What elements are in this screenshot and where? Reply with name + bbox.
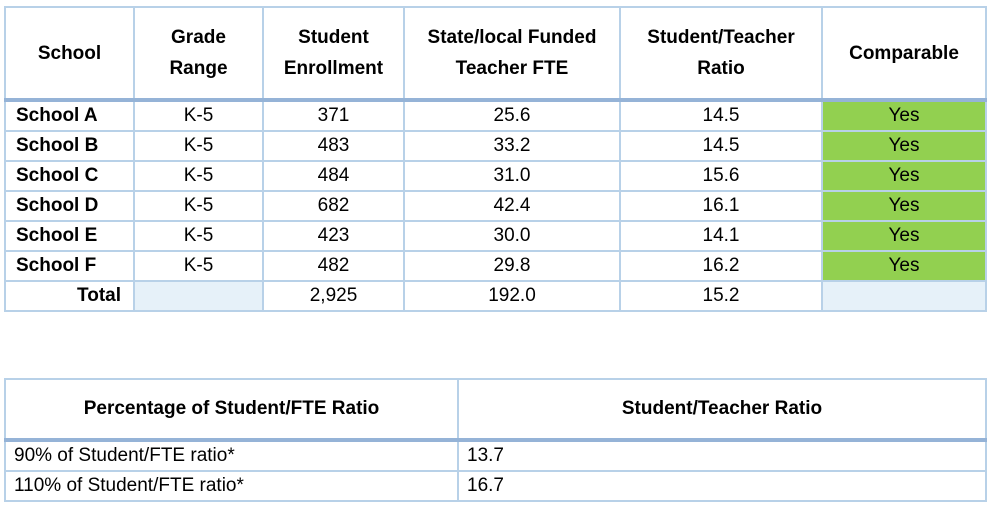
table-row: 110% of Student/FTE ratio* 16.7 (4, 470, 987, 502)
header-fte-text: State/local Funded Teacher FTE (427, 27, 597, 79)
header-grade-range: Grade Range (133, 6, 264, 102)
grade-range: K-5 (133, 130, 264, 162)
table-row: School E K-5 423 30.0 14.1 Yes (4, 220, 987, 252)
total-fte: 192.0 (403, 280, 621, 312)
enrollment: 371 (262, 99, 405, 132)
grade-range: K-5 (133, 99, 264, 132)
header-fte: State/local Funded Teacher FTE (403, 6, 621, 102)
enrollment: 682 (262, 190, 405, 222)
total-enrollment: 2,925 (262, 280, 405, 312)
enrollment: 483 (262, 130, 405, 162)
header-grade-range-text: Grade Range (169, 27, 228, 79)
header-row: School Grade Range Student Enrollment St… (4, 6, 987, 102)
school-comparability-table: School Grade Range Student Enrollment St… (4, 6, 987, 312)
ratio: 14.1 (619, 220, 823, 252)
header-student-enrollment-text: Student Enrollment (283, 27, 384, 79)
fte: 25.6 (403, 99, 621, 132)
fte: 29.8 (403, 250, 621, 282)
header-row: Percentage of Student/FTE Ratio Student/… (4, 378, 987, 442)
ratio: 14.5 (619, 99, 823, 132)
school-name: School C (4, 160, 135, 192)
fte: 31.0 (403, 160, 621, 192)
header-student-teacher-ratio: Student/Teacher Ratio (457, 378, 987, 442)
enrollment: 484 (262, 160, 405, 192)
enrollment: 423 (262, 220, 405, 252)
comparable-status: Yes (821, 160, 987, 192)
threshold-label: 110% of Student/FTE ratio* (4, 470, 459, 502)
comparable-status: Yes (821, 220, 987, 252)
total-comparable-empty (821, 280, 987, 312)
header-comparable: Comparable (821, 6, 987, 102)
header-percentage: Percentage of Student/FTE Ratio (4, 378, 459, 442)
grade-range: K-5 (133, 190, 264, 222)
table-row: School A K-5 371 25.6 14.5 Yes (4, 99, 987, 132)
ratio: 15.6 (619, 160, 823, 192)
header-school: School (4, 6, 135, 102)
comparable-status: Yes (821, 190, 987, 222)
ratio: 16.1 (619, 190, 823, 222)
total-row: Total 2,925 192.0 15.2 (4, 280, 987, 312)
total-label: Total (4, 280, 135, 312)
fte: 42.4 (403, 190, 621, 222)
comparable-status: Yes (821, 99, 987, 132)
table-row: School F K-5 482 29.8 16.2 Yes (4, 250, 987, 282)
threshold-value: 16.7 (457, 470, 987, 502)
fte: 30.0 (403, 220, 621, 252)
school-name: School F (4, 250, 135, 282)
ratio-threshold-table: Percentage of Student/FTE Ratio Student/… (4, 378, 987, 502)
header-ratio: Student/Teacher Ratio (619, 6, 823, 102)
threshold-value: 13.7 (457, 439, 987, 472)
ratio: 14.5 (619, 130, 823, 162)
total-grade-range-empty (133, 280, 264, 312)
grade-range: K-5 (133, 220, 264, 252)
school-name: School E (4, 220, 135, 252)
threshold-label: 90% of Student/FTE ratio* (4, 439, 459, 472)
comparable-status: Yes (821, 250, 987, 282)
fte: 33.2 (403, 130, 621, 162)
grade-range: K-5 (133, 250, 264, 282)
total-ratio: 15.2 (619, 280, 823, 312)
header-ratio-text: Student/Teacher Ratio (647, 27, 795, 79)
table-row: 90% of Student/FTE ratio* 13.7 (4, 439, 987, 472)
header-student-enrollment: Student Enrollment (262, 6, 405, 102)
school-name: School B (4, 130, 135, 162)
grade-range: K-5 (133, 160, 264, 192)
table-row: School B K-5 483 33.2 14.5 Yes (4, 130, 987, 162)
table-row: School C K-5 484 31.0 15.6 Yes (4, 160, 987, 192)
school-name: School D (4, 190, 135, 222)
school-name: School A (4, 99, 135, 132)
comparable-status: Yes (821, 130, 987, 162)
enrollment: 482 (262, 250, 405, 282)
ratio: 16.2 (619, 250, 823, 282)
table-row: School D K-5 682 42.4 16.1 Yes (4, 190, 987, 222)
